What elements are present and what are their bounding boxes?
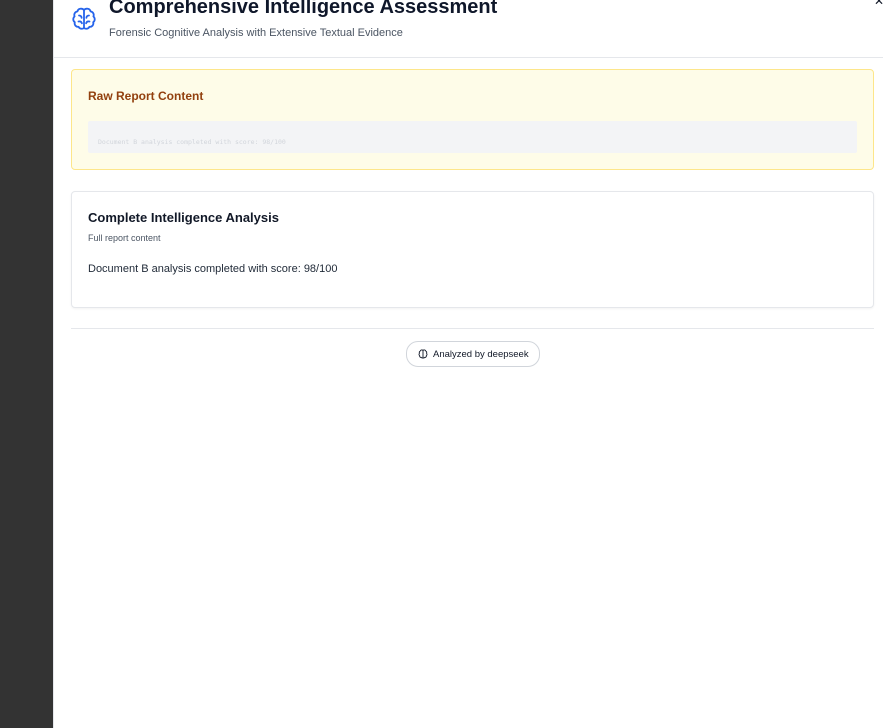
page-subtitle: Forensic Cognitive Analysis with Extensi… xyxy=(109,27,403,39)
analysis-body: Document B analysis completed with score… xyxy=(88,263,338,275)
raw-report-text: Document B analysis completed with score… xyxy=(98,137,286,146)
analysis-title: Complete Intelligence Analysis xyxy=(88,210,279,225)
footer-divider xyxy=(71,328,874,329)
brain-icon xyxy=(418,349,428,359)
left-rail xyxy=(0,0,53,728)
badge-label: Analyzed by deepseek xyxy=(433,348,529,360)
close-icon[interactable]: ✕ xyxy=(874,0,883,8)
report-header: Comprehensive Intelligence Assessment Fo… xyxy=(54,0,883,58)
brain-icon xyxy=(72,7,96,30)
analysis-subtitle: Full report content xyxy=(88,233,161,243)
raw-report-title: Raw Report Content xyxy=(88,89,204,103)
page-title: Comprehensive Intelligence Assessment xyxy=(109,0,498,18)
analyzed-by-badge: Analyzed by deepseek xyxy=(406,341,540,367)
analysis-card: Complete Intelligence Analysis Full repo… xyxy=(71,191,874,308)
report-panel: Comprehensive Intelligence Assessment Fo… xyxy=(53,0,883,728)
raw-report-box: Document B analysis completed with score… xyxy=(88,121,857,153)
raw-report-card: Raw Report Content Document B analysis c… xyxy=(71,69,874,170)
